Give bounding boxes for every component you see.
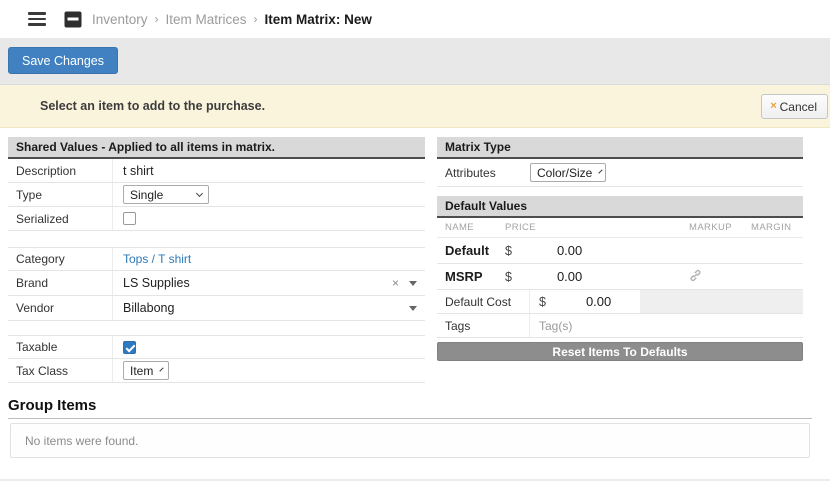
cancel-x-icon: × xyxy=(770,100,777,112)
shared-values-header: Shared Values - Applied to all items in … xyxy=(8,137,425,159)
description-field[interactable]: t shirt xyxy=(113,164,425,178)
msrp-price-name: MSRP xyxy=(445,269,483,284)
breadcrumb-item-matrices[interactable]: Item Matrices xyxy=(166,12,247,27)
hamburger-menu-icon[interactable] xyxy=(28,12,46,26)
group-items-empty-state: No items were found. xyxy=(10,423,810,458)
chevron-down-icon xyxy=(598,168,603,174)
currency-symbol: $ xyxy=(505,243,512,258)
tax-class-row: Tax Class Item xyxy=(8,359,425,383)
bottom-divider xyxy=(0,479,830,481)
taxable-label: Taxable xyxy=(8,336,113,358)
vendor-dropdown-caret-icon[interactable] xyxy=(409,305,417,311)
brand-label: Brand xyxy=(8,271,113,295)
breadcrumb-separator: › xyxy=(253,12,258,26)
col-name: NAME xyxy=(445,222,475,233)
group-items-divider xyxy=(8,418,812,419)
vendor-label: Vendor xyxy=(8,296,113,320)
attributes-label: Attributes xyxy=(445,165,496,180)
msrp-price-input[interactable]: 0.00 xyxy=(557,269,582,284)
breadcrumb-separator: › xyxy=(154,12,159,26)
inventory-box-icon xyxy=(64,11,82,28)
notification-banner: Select an item to add to the purchase. ×… xyxy=(0,85,830,128)
category-link[interactable]: Tops / T shirt xyxy=(123,252,191,266)
breadcrumb: Inventory › Item Matrices › Item Matrix:… xyxy=(92,12,372,27)
chevron-down-icon xyxy=(159,366,164,372)
col-margin: MARGIN xyxy=(751,222,792,233)
default-cost-row: Default Cost $ 0.00 xyxy=(437,290,803,314)
brand-combobox[interactable]: LS Supplies × xyxy=(113,276,425,290)
type-label: Type xyxy=(8,183,113,206)
tags-input[interactable]: Tag(s) xyxy=(530,319,803,333)
group-items-title: Group Items xyxy=(8,397,97,414)
cancel-label: Cancel xyxy=(779,99,817,114)
description-row: Description t shirt xyxy=(8,159,425,183)
banner-message: Select an item to add to the purchase. xyxy=(40,99,266,113)
top-bar: Inventory › Item Matrices › Item Matrix:… xyxy=(0,0,830,38)
breadcrumb-current: Item Matrix: New xyxy=(264,11,372,27)
chain-link-icon[interactable] xyxy=(689,269,702,285)
attributes-row: Attributes Color/Size xyxy=(437,159,803,187)
brand-row: Brand LS Supplies × xyxy=(8,271,425,296)
default-values-header: Default Values xyxy=(437,196,803,218)
matrix-type-header: Matrix Type xyxy=(437,137,803,159)
tags-row: Tags Tag(s) xyxy=(437,314,803,338)
category-label: Category xyxy=(8,248,113,270)
currency-symbol: $ xyxy=(539,294,546,309)
type-select[interactable]: Single xyxy=(123,185,209,204)
category-row: Category Tops / T shirt xyxy=(8,247,425,271)
table-row-default: Default $ 0.00 xyxy=(437,238,803,264)
tax-class-label: Tax Class xyxy=(8,359,113,382)
default-cost-label: Default Cost xyxy=(437,290,530,313)
save-changes-button[interactable]: Save Changes xyxy=(8,47,119,74)
brand-dropdown-caret-icon[interactable] xyxy=(409,280,417,286)
shared-values-panel: Shared Values - Applied to all items in … xyxy=(8,137,425,383)
serialized-label: Serialized xyxy=(8,207,113,230)
col-price: PRICE xyxy=(505,222,537,233)
serialized-checkbox[interactable] xyxy=(123,212,136,225)
default-cost-input[interactable]: 0.00 xyxy=(586,294,611,309)
row-fill xyxy=(640,290,803,313)
col-markup: MARKUP xyxy=(689,222,733,233)
table-row-msrp: MSRP $ 0.00 xyxy=(437,264,803,290)
empty-message: No items were found. xyxy=(25,433,139,448)
chevron-down-icon xyxy=(195,189,204,197)
brand-clear-icon[interactable]: × xyxy=(392,277,399,289)
default-price-name: Default xyxy=(445,243,490,258)
tax-class-select[interactable]: Item xyxy=(123,361,169,380)
attributes-select[interactable]: Color/Size xyxy=(530,163,606,182)
type-row: Type Single xyxy=(8,183,425,207)
default-price-input[interactable]: 0.00 xyxy=(557,243,582,258)
cancel-button[interactable]: × Cancel xyxy=(761,94,828,119)
currency-symbol: $ xyxy=(505,269,512,284)
taxable-row: Taxable xyxy=(8,335,425,359)
tags-label: Tags xyxy=(437,314,530,337)
reset-items-button[interactable]: Reset Items To Defaults xyxy=(437,342,803,361)
description-label: Description xyxy=(8,159,113,182)
serialized-row: Serialized xyxy=(8,207,425,231)
vendor-row: Vendor Billabong xyxy=(8,296,425,321)
matrix-panel: Matrix Type Attributes Color/Size Defaul… xyxy=(437,137,803,361)
default-values-column-headers: NAME PRICE MARKUP MARGIN xyxy=(437,218,803,238)
action-toolbar: Save Changes xyxy=(0,38,830,85)
vendor-combobox[interactable]: Billabong xyxy=(113,301,425,315)
taxable-checkbox[interactable] xyxy=(123,340,136,354)
breadcrumb-inventory[interactable]: Inventory xyxy=(92,12,148,27)
